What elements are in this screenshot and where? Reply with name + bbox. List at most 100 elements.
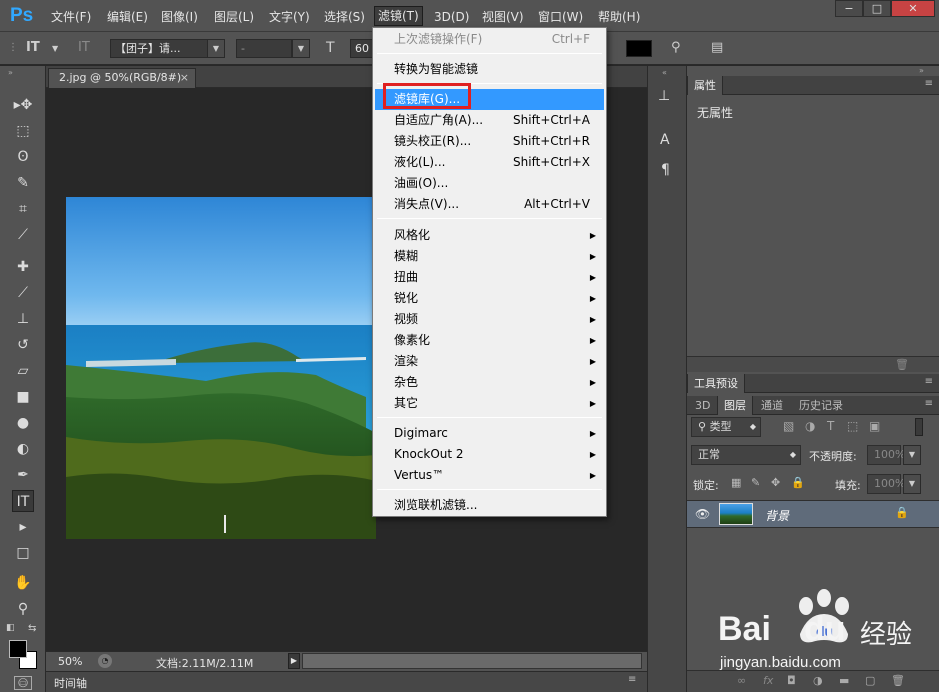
filter-toggle-switch[interactable] [915,418,923,436]
brush-tool-icon[interactable]: ⟋ [12,282,34,304]
menu-item-render[interactable]: 渲染 ▶ [375,351,604,372]
tool-presets-tab[interactable]: 工具预设 [687,374,745,393]
tool-presets-menu-icon[interactable]: ≡ [925,376,933,387]
menu-item-browse-online-filters[interactable]: 浏览联机滤镜... [375,495,604,516]
link-layers-icon[interactable]: ∞ [737,674,746,687]
pen-tool-icon[interactable]: ✒ [12,464,34,486]
filter-smart-object-icon[interactable]: ▣ [869,419,880,433]
horizontal-scrollbar[interactable] [302,653,642,669]
filter-shape-icon[interactable]: ⬚ [847,419,858,433]
maximize-button[interactable]: □ [863,0,891,17]
eyedropper-tool-icon[interactable]: ⟋ [12,224,34,246]
menu-item-blur[interactable]: 模糊 ▶ [375,246,604,267]
delete-layer-icon[interactable]: 🗑 [891,674,905,687]
lasso-tool-icon[interactable]: ʘ [12,146,34,168]
fx-icon[interactable]: fx [763,674,773,687]
gradient-tool-icon[interactable]: ■ [12,386,34,408]
menu-help[interactable]: 帮助(H) [595,8,643,26]
collapse-panels-icon[interactable]: « [662,68,667,77]
menu-item-distort[interactable]: 扭曲 ▶ [375,267,604,288]
menu-window[interactable]: 窗口(W) [535,8,586,26]
menu-item-digimarc[interactable]: Digimarc ▶ [375,423,604,444]
tab-3d[interactable]: 3D [689,396,716,415]
lock-transparency-icon[interactable]: ▦ [731,476,741,489]
menu-select[interactable]: 选择(S) [321,8,368,26]
trash-icon[interactable]: 🗑 [895,358,909,371]
hand-tool-icon[interactable]: ✋ [12,572,34,594]
font-family-dropdown-icon[interactable]: ▼ [207,39,225,58]
tool-presets-icon[interactable]: ⊥ [658,88,670,104]
layer-filter-kind[interactable]: ⚲ 类型 ◆ [691,417,761,437]
minimize-button[interactable]: − [835,0,863,17]
timeline-tab[interactable]: 时间轴 [54,675,87,691]
panel-menu-icon[interactable]: ≡ [925,78,933,89]
dodge-tool-icon[interactable]: ◐ [12,438,34,460]
healing-brush-tool-icon[interactable]: ✚ [12,256,34,278]
menu-view[interactable]: 视图(V) [479,8,527,26]
menu-item-convert-smart-filter[interactable]: 转换为智能滤镜 [375,59,604,80]
status-menu-arrow-icon[interactable]: ▶ [288,653,300,669]
menu-item-video[interactable]: 视频 ▶ [375,309,604,330]
menu-type[interactable]: 文字(Y) [266,8,313,26]
chevron-down-icon[interactable]: ▼ [52,44,58,53]
menu-item-vanishing-point[interactable]: 消失点(V)... Alt+Ctrl+V [375,194,604,215]
lock-image-icon[interactable]: ✎ [751,476,760,489]
type-tool-icon[interactable]: IT [12,490,34,512]
menu-image[interactable]: 图像(I) [158,8,201,26]
filter-type-icon[interactable]: T [827,419,834,433]
menu-item-adaptive-wide-angle[interactable]: 自适应广角(A)... Shift+Ctrl+A [375,110,604,131]
status-info-icon[interactable]: ◔ [98,654,112,668]
filter-pixel-icon[interactable]: ▧ [783,419,794,433]
close-button[interactable]: ✕ [891,0,935,17]
path-select-tool-icon[interactable]: ▸ [12,516,34,538]
quick-select-tool-icon[interactable]: ✎ [12,172,34,194]
menu-item-oil-paint[interactable]: 油画(O)... [375,173,604,194]
menu-filter[interactable]: 滤镜(T) [374,6,423,26]
paragraph-icon[interactable]: ¶ [661,162,670,178]
lock-all-icon[interactable]: 🔒 [791,476,805,489]
clone-stamp-tool-icon[interactable]: ⊥ [12,308,34,330]
menu-item-liquify[interactable]: 液化(L)... Shift+Ctrl+X [375,152,604,173]
menu-item-noise[interactable]: 杂色 ▶ [375,372,604,393]
foreground-color-swatch[interactable] [9,640,27,658]
menu-3d[interactable]: 3D(D) [431,8,472,26]
type-tool-preset-icon[interactable]: IT [26,40,40,55]
menu-item-knockout[interactable]: KnockOut 2 ▶ [375,444,604,465]
move-tool-icon[interactable]: ▸✥ [12,94,34,116]
menu-item-pixelate[interactable]: 像素化 ▶ [375,330,604,351]
opacity-dropdown-icon[interactable]: ▼ [903,445,921,465]
screen-mode-icon[interactable]: ▭ [14,676,32,690]
menu-item-other[interactable]: 其它 ▶ [375,393,604,414]
menu-edit[interactable]: 编辑(E) [104,8,151,26]
expand-toolbox-icon[interactable]: » [8,68,13,77]
add-mask-icon[interactable]: ◘ [787,674,796,687]
font-size-field[interactable]: 60 [350,39,374,58]
menu-item-stylize[interactable]: 风格化 ▶ [375,225,604,246]
font-style-select[interactable]: - [236,39,292,58]
shape-tool-icon[interactable]: □ [12,542,34,564]
history-brush-tool-icon[interactable]: ↺ [12,334,34,356]
blur-tool-icon[interactable]: ● [12,412,34,434]
opacity-field[interactable]: 100% [867,445,905,465]
font-style-dropdown-icon[interactable]: ▼ [292,39,310,58]
lock-position-icon[interactable]: ✥ [771,476,780,489]
character-icon[interactable]: A [660,132,670,148]
character-panel-icon[interactable]: ▤ [711,40,723,55]
properties-tab[interactable]: 属性 [687,76,723,95]
default-colors-icon[interactable]: ◧ [6,623,15,633]
filter-adjustment-icon[interactable]: ◑ [805,419,815,433]
zoom-level[interactable]: 50% [58,655,82,668]
panel-collapse-icon[interactable]: » [919,66,924,75]
eraser-tool-icon[interactable]: ▱ [12,360,34,382]
fill-dropdown-icon[interactable]: ▼ [903,474,921,494]
layer-row-background[interactable]: 👁 背景 🔒 [687,500,939,528]
menu-item-last-filter[interactable]: 上次滤镜操作(F) Ctrl+F [375,29,604,50]
blend-mode-select[interactable]: 正常 ◆ [691,445,801,465]
timeline-menu-icon[interactable]: ≡ [628,674,636,685]
swap-colors-icon[interactable]: ⇆ [28,623,36,634]
tab-channels[interactable]: 通道 [755,396,789,415]
new-layer-icon[interactable]: ▢ [865,674,875,687]
text-orientation-icon[interactable]: IT [78,40,90,55]
font-family-select[interactable]: 【团子】请... [110,39,208,58]
layer-name[interactable]: 背景 [765,507,789,524]
